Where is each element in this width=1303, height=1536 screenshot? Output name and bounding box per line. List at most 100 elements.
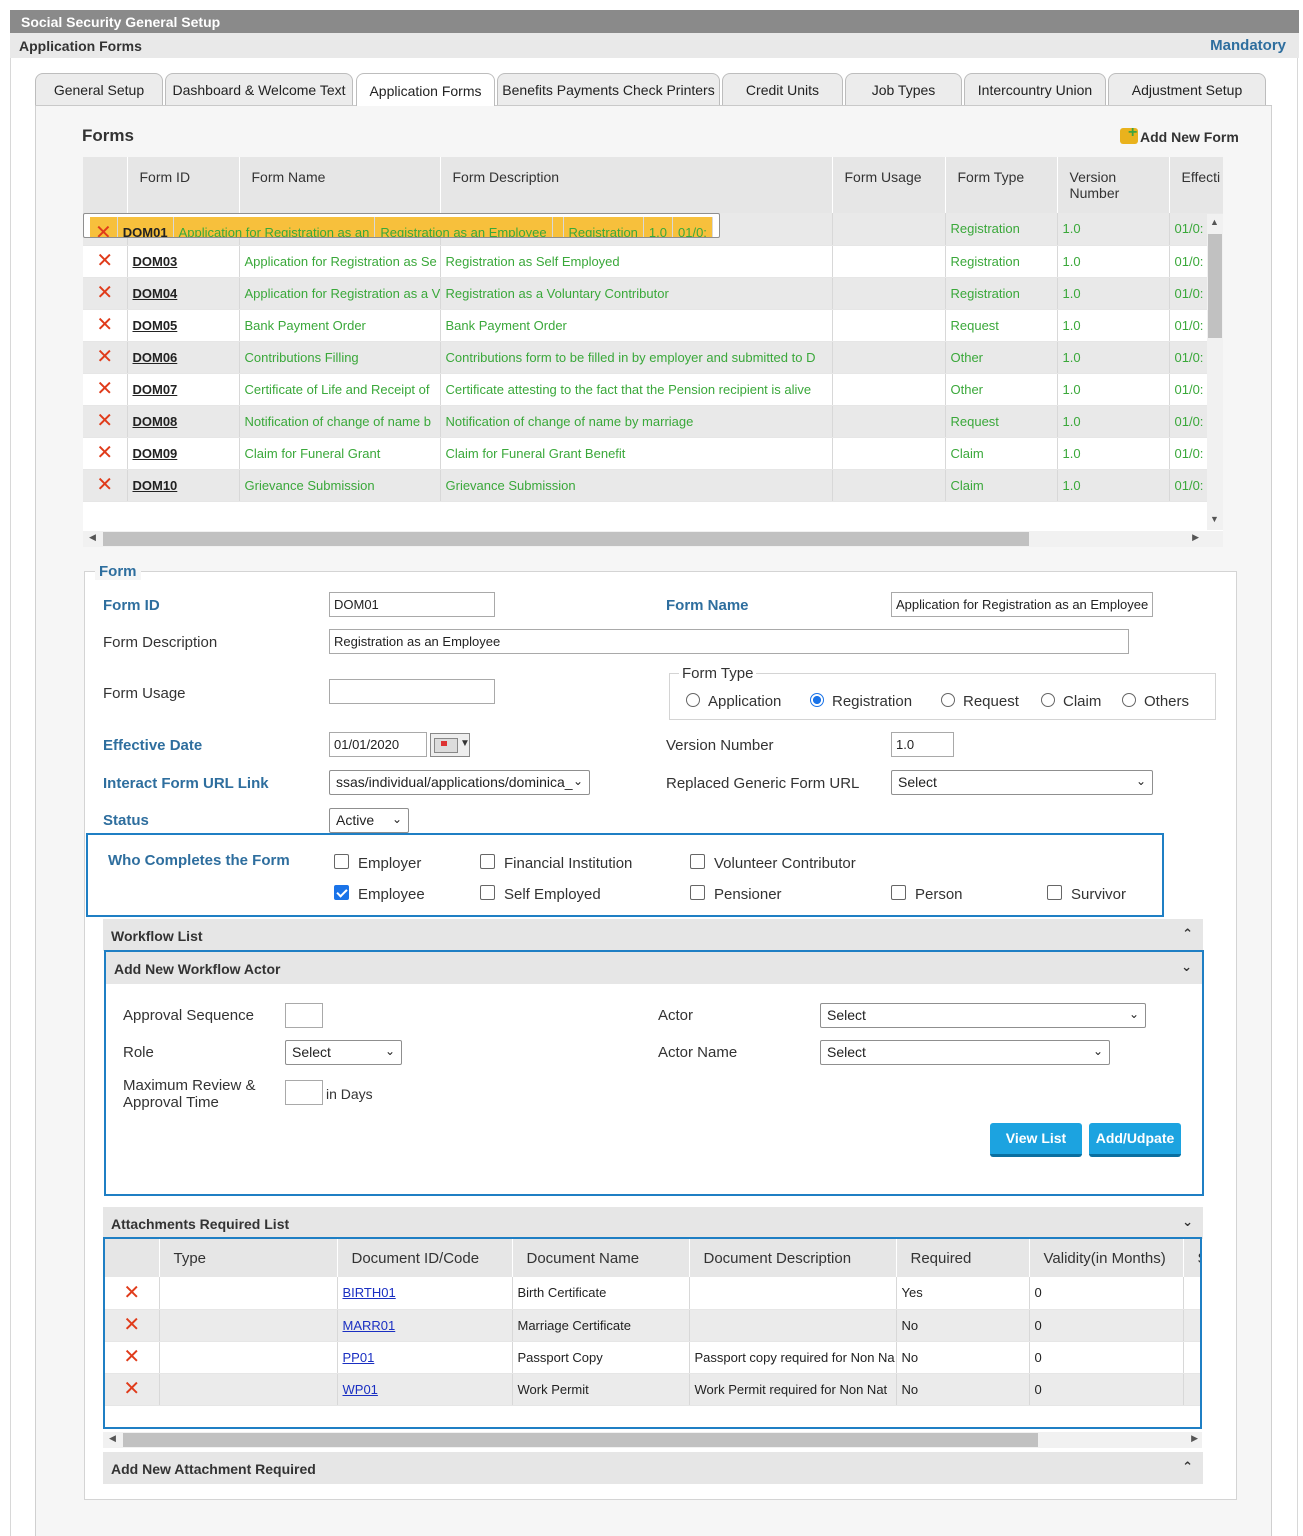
col-form-id[interactable]: Form ID <box>127 157 240 213</box>
effective-date-input[interactable]: 01/01/2020 <box>329 732 427 757</box>
form-id-link[interactable]: DOM05 <box>127 309 240 342</box>
radio-registration[interactable]: Registration <box>810 693 912 710</box>
chevron-up-icon[interactable]: ⌃ <box>1182 926 1193 942</box>
document-id-link[interactable]: BIRTH01 <box>337 1277 513 1310</box>
delete-icon[interactable]: ✕ <box>95 222 112 237</box>
table-row[interactable]: ✕ DOM01 Application for Registration as … <box>83 213 720 238</box>
version-number-input[interactable]: 1.0 <box>891 732 954 757</box>
approval-sequence-input[interactable] <box>285 1003 323 1028</box>
col-validity[interactable]: Validity(in Months) <box>1029 1239 1184 1277</box>
delete-icon[interactable]: ✕ <box>96 410 113 432</box>
col-form-usage[interactable]: Form Usage <box>832 157 946 213</box>
radio-claim[interactable]: Claim <box>1041 693 1101 710</box>
form-id-link[interactable]: DOM09 <box>127 437 240 470</box>
col-s[interactable]: S <box>1183 1239 1200 1277</box>
delete-icon[interactable]: ✕ <box>123 1314 140 1336</box>
tab-credit-units[interactable]: Credit Units <box>722 73 843 105</box>
form-description-input[interactable]: Registration as an Employee <box>329 629 1129 654</box>
workflow-list-header[interactable]: Workflow List ⌃ <box>103 919 1203 951</box>
role-select[interactable]: Select ⌄ <box>285 1040 402 1065</box>
delete-icon[interactable]: ✕ <box>96 442 113 464</box>
table-row[interactable]: ✕ DOM10 Grievance Submission Grievance S… <box>83 469 1223 502</box>
actor-select[interactable]: Select ⌄ <box>820 1003 1146 1028</box>
delete-icon[interactable]: ✕ <box>96 474 113 496</box>
form-id-link[interactable]: DOM08 <box>127 405 240 438</box>
attachments-horizontal-scrollbar[interactable]: ◀ ▶ <box>103 1432 1202 1448</box>
checkbox-employee[interactable]: Employee <box>334 885 425 903</box>
scroll-thumb[interactable] <box>103 532 1029 546</box>
interact-url-select[interactable]: ssas/individual/applications/dominica_ ⌄ <box>329 770 590 795</box>
delete-icon[interactable]: ✕ <box>96 250 113 272</box>
replaced-url-select[interactable]: Select ⌄ <box>891 770 1153 795</box>
checkbox-volunteer-contributor[interactable]: Volunteer Contributor <box>690 854 856 872</box>
scroll-up-icon[interactable]: ▲ <box>1210 217 1219 227</box>
delete-icon[interactable]: ✕ <box>96 314 113 336</box>
table-row[interactable]: ✕ DOM03 Application for Registration as … <box>83 245 1223 278</box>
delete-icon[interactable]: ✕ <box>123 1282 140 1304</box>
form-id-link[interactable]: DOM06 <box>127 341 240 374</box>
delete-icon[interactable]: ✕ <box>96 378 113 400</box>
scroll-thumb[interactable] <box>1208 234 1222 338</box>
tab-benefits-payments[interactable]: Benefits Payments Check Printers <box>497 73 720 105</box>
col-effective[interactable]: Effecti <box>1169 157 1223 213</box>
tab-job-types[interactable]: Job Types <box>845 73 962 105</box>
add-workflow-actor-header[interactable]: Add New Workflow Actor ⌄ <box>106 952 1202 984</box>
table-row[interactable]: ✕ DOM09 Claim for Funeral Grant Claim fo… <box>83 437 1223 470</box>
scroll-thumb[interactable] <box>123 1433 1038 1447</box>
table-row[interactable]: ✕ BIRTH01 Birth Certificate Yes 0 <box>105 1277 1200 1310</box>
scroll-left-icon[interactable]: ◀ <box>89 532 96 543</box>
scroll-right-icon[interactable]: ▶ <box>1191 1433 1198 1444</box>
form-name-input[interactable]: Application for Registration as an Emplo… <box>891 592 1153 617</box>
delete-icon[interactable]: ✕ <box>96 346 113 368</box>
tab-application-forms[interactable]: Application Forms <box>356 73 495 107</box>
status-select[interactable]: Active ⌄ <box>329 808 409 833</box>
forms-grid-horizontal-scrollbar[interactable]: ◀ ▶ <box>83 531 1223 547</box>
col-form-type[interactable]: Form Type <box>945 157 1058 213</box>
view-list-button[interactable]: View List <box>990 1123 1082 1157</box>
tab-dashboard-welcome[interactable]: Dashboard & Welcome Text <box>165 73 353 105</box>
col-required[interactable]: Required <box>896 1239 1030 1277</box>
forms-grid-vertical-scrollbar[interactable]: ▲ ▼ <box>1207 214 1223 530</box>
col-form-description[interactable]: Form Description <box>440 157 833 213</box>
document-id-link[interactable]: WP01 <box>337 1373 513 1406</box>
table-row[interactable]: ✕ DOM06 Contributions Filling Contributi… <box>83 341 1223 374</box>
col-version-number[interactable]: Version Number <box>1057 157 1170 213</box>
form-id-link[interactable]: DOM10 <box>127 469 240 502</box>
form-id-link[interactable]: DOM03 <box>127 245 240 278</box>
table-row[interactable]: ✕ MARR01 Marriage Certificate No 0 <box>105 1309 1200 1342</box>
scroll-right-icon[interactable]: ▶ <box>1192 532 1199 543</box>
radio-others[interactable]: Others <box>1122 693 1189 710</box>
checkbox-pensioner[interactable]: Pensioner <box>690 885 782 903</box>
attachments-required-header[interactable]: Attachments Required List ⌄ <box>103 1207 1203 1239</box>
checkbox-person[interactable]: Person <box>891 885 963 903</box>
scroll-left-icon[interactable]: ◀ <box>109 1433 116 1444</box>
checkbox-financial-institution[interactable]: Financial Institution <box>480 854 632 872</box>
scroll-down-icon[interactable]: ▼ <box>1210 514 1219 524</box>
table-row[interactable]: ✕ PP01 Passport Copy Passport copy requi… <box>105 1341 1200 1374</box>
max-review-input[interactable] <box>285 1080 323 1105</box>
tab-intercountry-union[interactable]: Intercountry Union <box>964 73 1106 105</box>
chevron-down-icon[interactable]: ⌄ <box>1181 959 1192 975</box>
table-row[interactable]: ✕ DOM05 Bank Payment Order Bank Payment … <box>83 309 1223 342</box>
table-row[interactable]: ✕ WP01 Work Permit Work Permit required … <box>105 1373 1200 1406</box>
form-id-input[interactable]: DOM01 <box>329 592 495 617</box>
chevron-up-icon[interactable]: ⌃ <box>1182 1459 1193 1475</box>
col-form-name[interactable]: Form Name <box>239 157 441 213</box>
tab-adjustment-setup[interactable]: Adjustment Setup <box>1108 73 1266 105</box>
delete-icon[interactable]: ✕ <box>123 1378 140 1400</box>
chevron-down-icon[interactable]: ⌄ <box>1182 1214 1193 1230</box>
tab-general-setup[interactable]: General Setup <box>35 73 163 105</box>
col-type[interactable]: Type <box>159 1239 338 1277</box>
col-document-id[interactable]: Document ID/Code <box>337 1239 513 1277</box>
checkbox-self-employed[interactable]: Self Employed <box>480 885 601 903</box>
calendar-icon[interactable]: ▼ <box>430 733 470 757</box>
add-new-form-button[interactable]: Add New Form <box>1120 124 1239 145</box>
form-id-link[interactable]: DOM04 <box>127 277 240 310</box>
col-document-description[interactable]: Document Description <box>689 1239 897 1277</box>
radio-request[interactable]: Request <box>941 693 1019 710</box>
table-row[interactable]: ✕ DOM07 Certificate of Life and Receipt … <box>83 373 1223 406</box>
document-id-link[interactable]: PP01 <box>337 1341 513 1374</box>
checkbox-employer[interactable]: Employer <box>334 854 421 872</box>
checkbox-survivor[interactable]: Survivor <box>1047 885 1126 903</box>
col-document-name[interactable]: Document Name <box>512 1239 690 1277</box>
